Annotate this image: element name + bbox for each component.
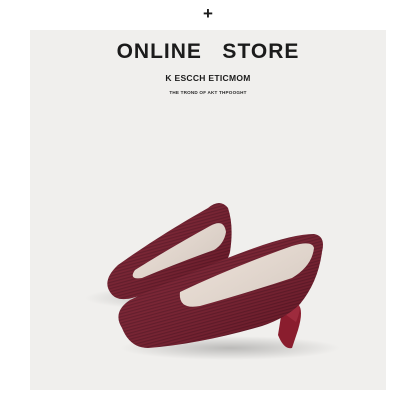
plus-icon: + [203, 4, 213, 23]
product-banner: ONLINE STORE K ESCCH ETICMOM THE TROND O… [30, 30, 386, 390]
product-photo [85, 203, 340, 360]
